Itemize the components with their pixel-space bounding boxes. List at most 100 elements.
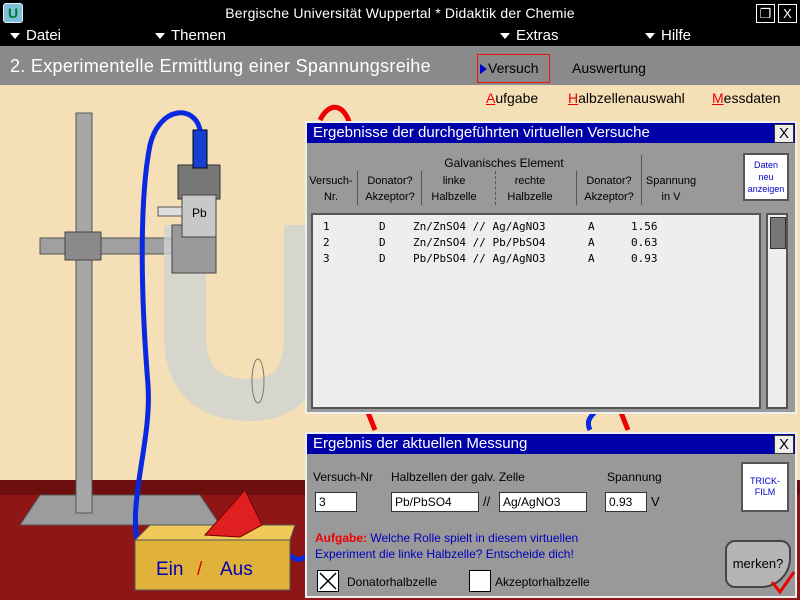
versuch-nr-field[interactable]: 3 <box>315 492 357 512</box>
table-row[interactable]: 1 D Zn/ZnSO4 // Ag/AgNO3 A 1.56 <box>313 219 753 235</box>
label-halbzellen: Halbzellen der galv. Zelle <box>391 470 525 484</box>
col-voltage-line2: in V <box>661 191 681 203</box>
col-voltage-line1: Spannung <box>645 175 697 187</box>
results-dialog-title: Ergebnisse der durchgeführten virtuellen… <box>313 124 650 141</box>
task-text: Aufgabe: Welche Rolle spielt in diesem v… <box>315 530 635 562</box>
col-right-header: rechte Halbzelle <box>495 173 565 205</box>
switch-ein-label: Ein <box>156 559 183 580</box>
trickfilm-line1: TRICK- <box>750 476 780 486</box>
row-nr: 1 <box>323 220 330 233</box>
col-donor-left-line2: Akzeptor? <box>365 191 415 203</box>
measurement-dialog-close-button[interactable]: X <box>774 435 794 454</box>
col-right-line2: Halbzelle <box>507 191 553 203</box>
results-scrollbar[interactable] <box>766 213 788 409</box>
col-nr-line2: Nr. <box>323 191 339 203</box>
electrode-connector <box>192 129 208 169</box>
col-nr-header: Versuch- Nr. <box>307 173 355 205</box>
voltage-field[interactable]: 0.93 <box>605 492 647 512</box>
task-text-line2: Experiment die linke Halbzelle? Entschei… <box>315 547 574 561</box>
row-role-left: D <box>379 220 386 233</box>
switch-separator: / <box>197 559 203 580</box>
acceptor-option-label: Akzeptorhalbzelle <box>495 575 590 589</box>
row-cell: Pb/PbSO4 // Ag/AgNO3 <box>413 252 546 265</box>
dropdown-triangle-icon <box>10 33 20 40</box>
refresh-data-button[interactable]: Daten neu anzeigen <box>743 153 789 201</box>
row-cell: Zn/ZnSO4 // Ag/AgNO3 <box>413 220 546 233</box>
voltage-unit: V <box>651 494 660 509</box>
dropdown-triangle-icon <box>645 33 655 40</box>
col-left-line1: linke <box>442 175 466 187</box>
selected-arrow-icon <box>480 64 487 75</box>
menu-themen-label: Themen <box>171 27 227 44</box>
col-left-line2: Halbzelle <box>431 191 477 203</box>
trickfilm-button[interactable]: TRICK- FILM <box>741 462 789 512</box>
row-role-left: D <box>379 252 386 265</box>
window-title: Bergische Universität Wuppertal * Didakt… <box>225 5 575 21</box>
row-role-left: D <box>379 236 386 249</box>
task-label: Aufgabe: <box>315 531 367 545</box>
donor-option-label: Donatorhalbzelle <box>347 575 438 589</box>
tab-versuch[interactable]: Versuch <box>477 54 550 83</box>
close-window-button[interactable]: X <box>778 4 797 23</box>
results-dialog-close-button[interactable]: X <box>774 124 794 143</box>
table-row[interactable]: 2 D Zn/ZnSO4 // Pb/PbSO4 A 0.63 <box>313 235 753 251</box>
col-donor-right-line1: Donator? <box>586 175 632 187</box>
trickfilm-line2: FILM <box>754 487 776 497</box>
menu-extras-label: Extras <box>516 27 559 44</box>
table-row[interactable]: 3 D Pb/PbSO4 // Ag/AgNO3 A 0.93 <box>313 251 753 267</box>
menu-themen[interactable]: Themen <box>155 26 226 46</box>
column-divider <box>641 155 642 205</box>
measurement-dialog: Ergebnis der aktuellen Messung X Versuch… <box>305 432 797 598</box>
menu-datei[interactable]: Datei <box>10 26 61 46</box>
electrode-label: Pb <box>192 206 207 220</box>
row-voltage: 0.63 <box>631 236 658 249</box>
measurement-dialog-titlebar[interactable]: Ergebnis der aktuellen Messung X <box>307 434 795 454</box>
results-list[interactable]: 1 D Zn/ZnSO4 // Ag/AgNO3 A 1.56 2 D Zn/ZnSO4 //… <box>311 213 761 409</box>
acceptor-checkbox[interactable] <box>469 570 491 592</box>
row-voltage: 0.93 <box>631 252 658 265</box>
right-halfcell-field[interactable]: Ag/AgNO3 <box>499 492 587 512</box>
electrode-holder <box>177 164 221 200</box>
menu-bar: Datei Themen Extras Hilfe <box>0 26 800 46</box>
scrollbar-thumb[interactable] <box>770 217 786 249</box>
donor-checkbox[interactable] <box>317 570 339 592</box>
refresh-line1: Daten <box>753 160 779 170</box>
check-x-icon <box>319 572 337 590</box>
tab-auswertung[interactable]: Auswertung <box>572 54 646 83</box>
switch-aus-label: Aus <box>220 559 253 580</box>
chapter-header: 2. Experimentelle Ermittlung einer Spann… <box>0 46 800 85</box>
chapter-title: 2. Experimentelle Ermittlung einer Spann… <box>10 56 431 76</box>
results-dialog-titlebar[interactable]: Ergebnisse der durchgeführten virtuellen… <box>307 123 795 143</box>
dropdown-triangle-icon <box>155 33 165 40</box>
column-divider <box>576 171 577 205</box>
menu-hilfe-label: Hilfe <box>661 27 692 44</box>
row-voltage: 1.56 <box>631 220 658 233</box>
col-nr-line1: Versuch- <box>309 175 353 187</box>
tab-versuch-label: Versuch <box>488 60 539 76</box>
label-spannung: Spannung <box>607 470 662 484</box>
row-cell: Zn/ZnSO4 // Pb/PbSO4 <box>413 236 546 249</box>
col-donor-right-line2: Akzeptor? <box>584 191 634 203</box>
col-right-line1: rechte <box>514 175 546 187</box>
col-donor-left-line1: Donator? <box>367 175 413 187</box>
label-versuch-nr: Versuch-Nr <box>313 470 374 484</box>
measurement-dialog-title: Ergebnis der aktuellen Messung <box>313 435 528 452</box>
group-label: Galvanisches Element <box>444 156 564 170</box>
dropdown-triangle-icon <box>500 33 510 40</box>
title-bar: U Bergische Universität Wuppertal * Dida… <box>0 0 800 26</box>
restore-window-button[interactable]: ❐ <box>756 4 775 23</box>
left-halfcell-field[interactable]: Pb/PbSO4 <box>391 492 479 512</box>
col-donor-left-header: Donator? Akzeptor? <box>361 173 419 205</box>
col-voltage-header: Spannung in V <box>643 173 699 205</box>
row-role-right: A <box>588 252 595 265</box>
column-divider <box>357 171 358 205</box>
col-donor-right-header: Donator? Akzeptor? <box>579 173 639 205</box>
side-arm <box>157 206 183 217</box>
menu-extras[interactable]: Extras <box>500 26 559 46</box>
menu-hilfe[interactable]: Hilfe <box>645 26 691 46</box>
row-role-right: A <box>588 236 595 249</box>
refresh-line2: neu <box>758 172 774 182</box>
stand-base <box>19 494 221 526</box>
menu-datei-label: Datei <box>26 27 62 44</box>
row-nr: 2 <box>323 236 330 249</box>
